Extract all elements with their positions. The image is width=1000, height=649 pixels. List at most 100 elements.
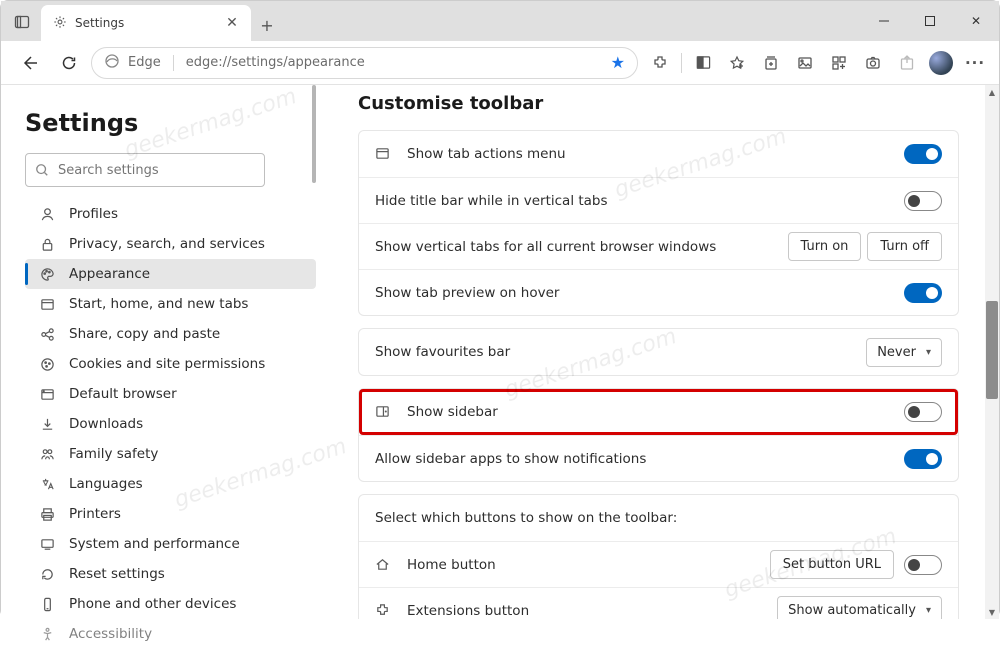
browser-icon: [39, 386, 55, 402]
toggle-allow-sidebar-notif[interactable]: [904, 449, 942, 469]
phone-icon: [39, 596, 55, 612]
scroll-down-arrow[interactable]: ▼: [985, 605, 999, 619]
screenshot-icon[interactable]: [857, 47, 889, 79]
collections-icon[interactable]: [755, 47, 787, 79]
lock-icon: [39, 236, 55, 252]
close-window-button[interactable]: ✕: [953, 1, 999, 41]
search-input[interactable]: [25, 153, 265, 187]
sidebar-item-label: Start, home, and new tabs: [69, 296, 248, 312]
toggle-show-sidebar[interactable]: [904, 402, 942, 422]
row-label: Show favourites bar: [375, 344, 510, 360]
share-icon[interactable]: [891, 47, 923, 79]
sidebar-item-label: Share, copy and paste: [69, 326, 220, 342]
sidebar-item-languages[interactable]: Languages: [25, 469, 316, 499]
turn-on-button[interactable]: Turn on: [788, 232, 862, 261]
row-label: Show sidebar: [407, 404, 498, 420]
language-icon: [39, 476, 55, 492]
sidebar-item-label: Languages: [69, 476, 143, 492]
row-label: Show vertical tabs for all current brows…: [375, 239, 716, 255]
sidebar-icon: [375, 404, 391, 420]
toggle-home-button[interactable]: [904, 555, 942, 575]
sidebar-item-system[interactable]: System and performance: [25, 529, 316, 559]
row-label: Show tab actions menu: [407, 146, 566, 162]
row-allow-sidebar-notif: Allow sidebar apps to show notifications: [359, 435, 958, 481]
sidebar-item-cookies[interactable]: Cookies and site permissions: [25, 349, 316, 379]
scroll-up-arrow[interactable]: ▲: [985, 85, 999, 99]
toolbar-icon-2[interactable]: [823, 47, 855, 79]
row-home-button: Home button Set button URL: [359, 541, 958, 587]
extensions-icon[interactable]: [644, 47, 676, 79]
extensions-button-select[interactable]: Show automatically▾: [777, 596, 942, 619]
edge-logo-icon: [104, 53, 120, 73]
scrollbar-thumb[interactable]: [986, 301, 998, 399]
browser-tab[interactable]: Settings ✕: [41, 5, 251, 41]
tab-actions-button[interactable]: [3, 3, 41, 41]
address-bar[interactable]: Edge edge://settings/appearance ★: [91, 47, 638, 79]
row-show-sidebar: Show sidebar: [359, 389, 958, 435]
row-label: Extensions button: [407, 603, 529, 619]
back-button[interactable]: [15, 47, 47, 79]
sidebar-item-phone[interactable]: Phone and other devices: [25, 589, 316, 619]
sidebar-item-printers[interactable]: Printers: [25, 499, 316, 529]
favorites-icon[interactable]: [721, 47, 753, 79]
toggle-tab-preview[interactable]: [904, 283, 942, 303]
section-heading: Customise toolbar: [358, 93, 959, 114]
sidebar-item-share[interactable]: Share, copy and paste: [25, 319, 316, 349]
row-favourites-bar: Show favourites bar Never▾: [359, 329, 958, 375]
sidebar-item-profiles[interactable]: Profiles: [25, 199, 316, 229]
row-label: Home button: [407, 557, 496, 573]
sidebar-item-label: Accessibility: [69, 626, 152, 642]
reset-icon: [39, 566, 55, 582]
favorite-star-icon[interactable]: ★: [611, 53, 625, 72]
window-icon: [39, 296, 55, 312]
sidebar-item-label: Family safety: [69, 446, 158, 462]
favourites-bar-select[interactable]: Never▾: [866, 338, 942, 367]
set-button-url-button[interactable]: Set button URL: [770, 550, 894, 579]
sidebar-item-label: Phone and other devices: [69, 596, 236, 612]
family-icon: [39, 446, 55, 462]
home-icon: [375, 557, 391, 573]
download-icon: [39, 416, 55, 432]
printer-icon: [39, 506, 55, 522]
refresh-button[interactable]: [53, 47, 85, 79]
new-tab-button[interactable]: +: [251, 9, 283, 41]
more-menu-button[interactable]: ···: [959, 47, 991, 79]
chevron-down-icon: ▾: [926, 605, 931, 616]
row-label: Show tab preview on hover: [375, 285, 559, 301]
turn-off-button[interactable]: Turn off: [867, 232, 942, 261]
sidebar-item-reset[interactable]: Reset settings: [25, 559, 316, 589]
row-hide-title-bar: Hide title bar while in vertical tabs: [359, 177, 958, 223]
row-tab-preview: Show tab preview on hover: [359, 269, 958, 315]
page-title: Settings: [25, 109, 316, 137]
sidebar-item-privacy[interactable]: Privacy, search, and services: [25, 229, 316, 259]
sidebar-item-family[interactable]: Family safety: [25, 439, 316, 469]
cookie-icon: [39, 356, 55, 372]
search-icon: [35, 163, 49, 177]
maximize-button[interactable]: [907, 1, 953, 41]
extensions-icon: [375, 603, 391, 619]
row-label: Hide title bar while in vertical tabs: [375, 193, 608, 209]
close-tab-button[interactable]: ✕: [221, 12, 243, 34]
minimize-button[interactable]: [861, 1, 907, 41]
sidebar-item-appearance[interactable]: Appearance: [25, 259, 316, 289]
sidebar-item-start[interactable]: Start, home, and new tabs: [25, 289, 316, 319]
sidebar-item-label: Downloads: [69, 416, 143, 432]
tab-actions-icon: [375, 146, 391, 162]
sidebar-item-label: Cookies and site permissions: [69, 356, 265, 372]
appearance-icon: [39, 266, 55, 282]
sidebar-item-label: Privacy, search, and services: [69, 236, 265, 252]
toggle-hide-title-bar[interactable]: [904, 191, 942, 211]
toggle-show-tab-actions[interactable]: [904, 144, 942, 164]
profile-avatar[interactable]: [925, 47, 957, 79]
sidebar-item-accessibility[interactable]: Accessibility: [25, 619, 316, 649]
row-show-tab-actions: Show tab actions menu: [359, 131, 958, 177]
sidebar-item-label: Printers: [69, 506, 121, 522]
url-text: edge://settings/appearance: [186, 55, 365, 70]
sidebar-panel-icon[interactable]: [687, 47, 719, 79]
sidebar-item-default[interactable]: Default browser: [25, 379, 316, 409]
toolbar-icon-1[interactable]: [789, 47, 821, 79]
sidebar-item-label: Default browser: [69, 386, 177, 402]
accessibility-icon: [39, 626, 55, 642]
sidebar-item-downloads[interactable]: Downloads: [25, 409, 316, 439]
main-scrollbar[interactable]: ▲ ▼: [985, 85, 999, 619]
